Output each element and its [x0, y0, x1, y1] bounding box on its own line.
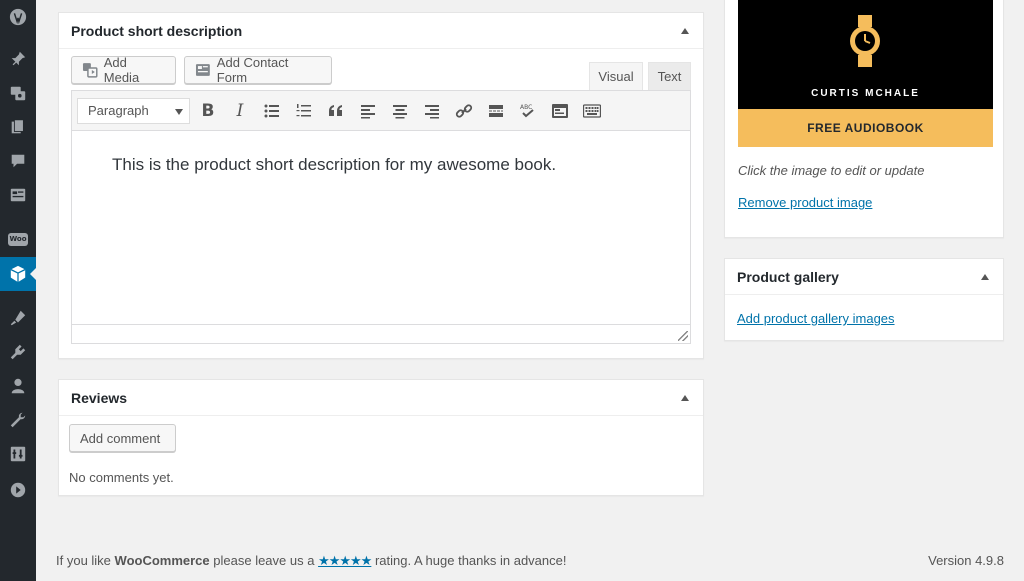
add-gallery-images-link[interactable]: Add product gallery images	[737, 311, 895, 326]
link-icon[interactable]	[450, 98, 478, 124]
collapse-toggle-icon[interactable]	[981, 273, 989, 280]
collapse-toggle-icon[interactable]	[681, 27, 689, 34]
add-comment-button[interactable]: Add comment	[69, 424, 176, 452]
product-gallery-box: Product gallery Add product gallery imag…	[724, 258, 1004, 341]
contact-form-icon	[195, 64, 210, 76]
tools-icon[interactable]	[0, 403, 36, 437]
product-image[interactable]: CURTIS MCHALE FREE AUDIOBOOK	[738, 0, 993, 147]
forms-icon[interactable]	[0, 178, 36, 212]
svg-text:ABC: ABC	[520, 104, 532, 111]
bulleted-list-icon[interactable]	[258, 98, 286, 124]
add-media-icon	[82, 63, 98, 78]
cover-band: FREE AUDIOBOOK	[738, 109, 993, 147]
footer-thankyou: If you like WooCommerce please leave us …	[56, 553, 566, 569]
add-media-label: Add Media	[103, 55, 140, 85]
tab-text[interactable]: Text	[648, 62, 691, 90]
add-contact-form-button[interactable]: Add Contact Form	[184, 55, 332, 85]
editor-statusbar	[72, 324, 690, 343]
reviews-header[interactable]: Reviews	[59, 380, 703, 416]
footer-suffix: rating. A huge thanks in advance!	[371, 553, 567, 568]
align-center-icon[interactable]	[386, 98, 414, 124]
tab-visual[interactable]: Visual	[589, 62, 643, 90]
comments-icon[interactable]	[0, 144, 36, 178]
resize-handle-icon[interactable]	[678, 331, 688, 341]
read-more-icon[interactable]	[482, 98, 510, 124]
reviews-title: Reviews	[71, 389, 128, 406]
product-embed-icon[interactable]	[546, 98, 574, 124]
appearance-icon[interactable]	[0, 301, 36, 335]
editor-content-area[interactable]: This is the product short description fo…	[71, 131, 691, 344]
remove-product-image-link[interactable]: Remove product image	[738, 195, 872, 210]
no-comments-text: No comments yet.	[69, 470, 174, 485]
users-icon[interactable]	[0, 369, 36, 403]
spellcheck-icon[interactable]: ABC	[514, 98, 542, 124]
format-select[interactable]: Paragraph	[77, 98, 190, 124]
add-contact-form-label: Add Contact Form	[216, 55, 289, 85]
footer-version: Version 4.9.8	[928, 553, 1004, 568]
product-gallery-header[interactable]: Product gallery	[725, 259, 1003, 295]
product-image-box: CURTIS MCHALE FREE AUDIOBOOK Click the i…	[724, 0, 1004, 238]
keyboard-icon[interactable]	[578, 98, 606, 124]
short-description-box: Product short description Add Media Add …	[58, 12, 704, 359]
product-gallery-title: Product gallery	[737, 268, 839, 285]
admin-sidebar: Woo	[0, 0, 36, 581]
bold-icon[interactable]: B	[194, 98, 222, 124]
products-icon[interactable]	[0, 257, 36, 291]
reviews-box: Reviews Add comment No comments yet.	[58, 379, 704, 496]
short-description-title: Product short description	[71, 22, 243, 39]
wordpress-logo-icon[interactable]	[0, 0, 36, 34]
numbered-list-icon[interactable]	[290, 98, 318, 124]
add-comment-label: Add comment	[80, 430, 161, 446]
footer-middle: please leave us a	[209, 553, 319, 568]
editor-text[interactable]: This is the product short description fo…	[112, 155, 556, 175]
pages-icon[interactable]	[0, 110, 36, 144]
align-left-icon[interactable]	[354, 98, 382, 124]
woocommerce-icon[interactable]: Woo	[0, 222, 36, 256]
media-icon[interactable]	[0, 76, 36, 110]
add-media-button[interactable]: Add Media	[71, 55, 176, 85]
collapse-menu-icon[interactable]	[0, 473, 36, 507]
posts-pin-icon[interactable]	[0, 42, 36, 76]
plugins-icon[interactable]	[0, 335, 36, 369]
product-image-hint: Click the image to edit or update	[738, 163, 925, 178]
collapse-toggle-icon[interactable]	[681, 394, 689, 401]
footer-prefix: If you like	[56, 553, 115, 568]
watch-icon	[850, 15, 880, 67]
settings-icon[interactable]	[0, 437, 36, 471]
italic-icon[interactable]: I	[226, 98, 254, 124]
blockquote-icon[interactable]	[322, 98, 350, 124]
cover-author: CURTIS MCHALE	[811, 88, 920, 99]
short-description-header[interactable]: Product short description	[59, 13, 703, 49]
book-cover-artwork: CURTIS MCHALE	[738, 0, 993, 109]
editor-toolbar: Paragraph B I ABC	[71, 90, 691, 131]
align-right-icon[interactable]	[418, 98, 446, 124]
rating-stars-link[interactable]: ★★★★★	[318, 553, 372, 568]
footer-brand: WooCommerce	[114, 553, 210, 568]
